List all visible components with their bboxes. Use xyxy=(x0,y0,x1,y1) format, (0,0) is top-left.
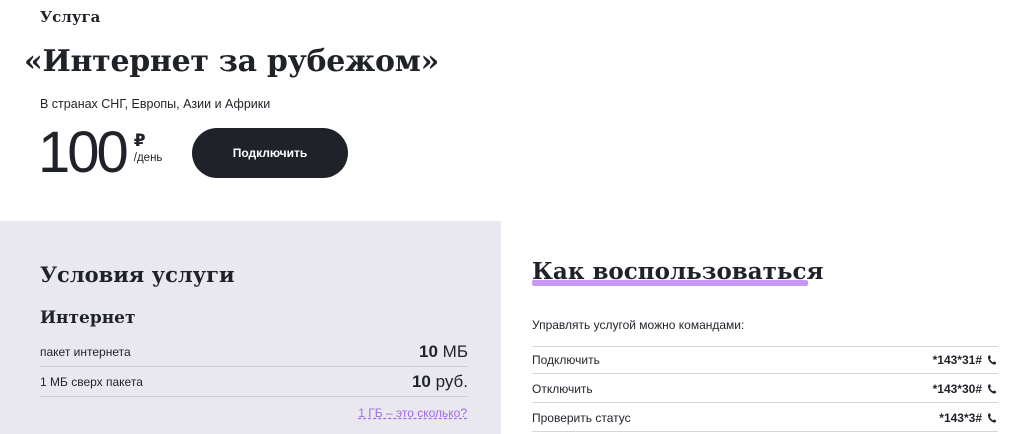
command-code: *143*31# xyxy=(932,353,982,367)
command-row-disconnect: Отключить *143*30# xyxy=(532,375,998,403)
command-label: Отключить xyxy=(532,381,593,396)
page-title: «Интернет за рубежом» xyxy=(24,44,439,79)
phone-icon xyxy=(986,354,998,366)
condition-value-number: 10 xyxy=(419,341,438,361)
condition-value-unit: руб. xyxy=(430,371,468,391)
condition-value-number: 10 xyxy=(411,371,431,391)
price-value: 100 xyxy=(38,120,129,185)
command-code: *143*30# xyxy=(932,381,982,396)
condition-label: пакет интернета xyxy=(40,344,131,359)
conditions-title: Условия услуги xyxy=(40,262,235,287)
command-label: Проверить статус xyxy=(532,410,631,425)
condition-value-unit: МБ xyxy=(437,341,468,361)
price-block: 100 ₽ /день xyxy=(38,122,162,184)
condition-value: 10 руб. xyxy=(412,372,468,392)
condition-value: 10 МБ xyxy=(419,342,468,362)
command-row-connect: Подключить *143*31# xyxy=(532,346,998,374)
page-subtitle: В странах СНГ, Европы, Азии и Африки xyxy=(40,97,271,111)
command-code-link[interactable]: *143*30# xyxy=(933,382,998,396)
command-code-link[interactable]: *143*31# xyxy=(933,353,998,367)
command-label: Подключить xyxy=(532,353,600,367)
condition-row-overage: 1 МБ сверх пакета 10 руб. xyxy=(40,367,468,397)
command-code-link[interactable]: *143*3# xyxy=(939,411,998,425)
price-period: /день xyxy=(133,152,163,164)
condition-label: 1 МБ сверх пакета xyxy=(40,374,143,389)
condition-row-package: пакет интернета 10 МБ xyxy=(40,337,468,367)
service-eyebrow: Услуга xyxy=(40,8,101,26)
how-to-intro: Управлять услугой можно командами: xyxy=(532,318,745,332)
command-row-status: Проверить статус *143*3# xyxy=(532,404,998,432)
how-to-title-underline xyxy=(532,280,808,286)
phone-icon xyxy=(986,412,998,424)
currency-symbol: ₽ xyxy=(133,131,146,150)
connect-button[interactable]: Подключить xyxy=(192,128,348,178)
internet-section-title: Интернет xyxy=(40,308,136,328)
command-code: *143*3# xyxy=(939,410,982,425)
phone-icon xyxy=(986,383,998,395)
gb-info-link[interactable]: 1 ГБ – это сколько? xyxy=(358,406,467,420)
conditions-panel: Условия услуги Интернет пакет интернета … xyxy=(0,221,501,434)
price-units: ₽ /день xyxy=(134,122,163,165)
